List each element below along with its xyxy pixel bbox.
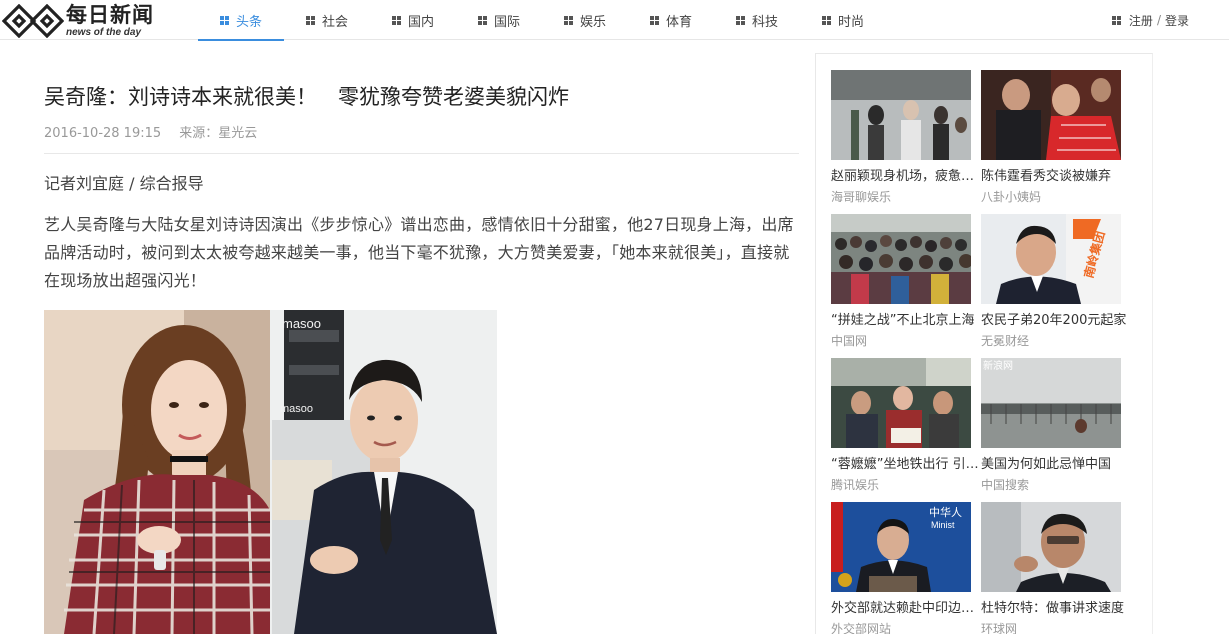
article-source[interactable]: 来源：星光云 [179, 126, 257, 141]
tab-domestic[interactable]: 国内 [370, 0, 456, 40]
grid-icon [735, 15, 745, 25]
auth-links: 注册 / 登录 [1111, 0, 1189, 40]
category-tabs: 头条 社会 国内 国际 娱乐 体育 科技 时尚 [198, 0, 886, 41]
news-source: 环球网 [981, 622, 1018, 634]
grid-icon [391, 15, 401, 25]
news-card[interactable]: 赵丽颖现身机场，疲惫不堪 海哥聊娱乐 [831, 70, 979, 214]
thumb-ministry-subtext: Minist [931, 520, 955, 530]
logo-title: 每日新闻 [66, 3, 154, 27]
related-news-grid: 赵丽颖现身机场，疲惫不堪 海哥聊娱乐 陈伟霆看秀交谈被嫌弃 八卦小姨妈 “拼娃之… [831, 70, 1126, 634]
thumb-ministry-text: 中华人 [929, 505, 962, 519]
news-source: 中国网 [831, 334, 868, 348]
article: 吴奇隆：刘诗诗本来就很美！ 零犹豫夸赞老婆美貌闪炸 2016-10-28 19:… [44, 60, 800, 295]
news-thumbnail [981, 502, 1121, 592]
tab-international[interactable]: 国际 [456, 0, 542, 40]
news-card[interactable]: “蓉嬷嬷”坐地铁出行 引围观 腾讯娱乐 [831, 358, 979, 502]
tab-label: 科技 [751, 14, 778, 30]
news-card[interactable]: 中华人 Minist 外交部就达赖赴中印边境表态 外交部网站 [831, 502, 979, 634]
news-thumbnail [981, 70, 1121, 160]
news-card[interactable]: 杜特尔特：做事讲求速度 环球网 [981, 502, 1124, 634]
news-source: 腾讯娱乐 [831, 478, 880, 492]
news-thumbnail [831, 70, 971, 160]
tab-label: 头条 [235, 14, 262, 30]
tab-society[interactable]: 社会 [284, 0, 370, 40]
tab-label: 体育 [665, 14, 692, 30]
photo-store-text-2: masoo [280, 403, 313, 415]
article-datetime: 2016-10-28 19:15 [44, 126, 162, 141]
news-thumbnail: 南岭集团 [981, 214, 1121, 304]
news-source: 无冕财经 [981, 334, 1030, 348]
grid-icon [821, 15, 831, 25]
news-card[interactable]: “拼娃之战”不止北京上海 中国网 [831, 214, 974, 358]
news-source: 八卦小姨妈 [981, 190, 1042, 204]
tab-label: 社会 [321, 14, 348, 30]
article-byline: 记者刘宜庭 / 综合报导 [44, 174, 204, 193]
login-link[interactable]: 登录 [1165, 12, 1189, 29]
tab-label: 娱乐 [579, 14, 606, 30]
news-title[interactable]: 外交部就达赖赴中印边境表态 [831, 600, 979, 618]
news-title[interactable]: “蓉嬷嬷”坐地铁出行 引围观 [831, 456, 979, 474]
photo-store-text: masoo [282, 316, 321, 331]
news-title[interactable]: 农民子弟20年200元起家 [981, 312, 1129, 330]
tab-sports[interactable]: 体育 [628, 0, 714, 40]
tab-fashion[interactable]: 时尚 [800, 0, 886, 40]
article-meta: 2016-10-28 19:15 来源：星光云 [44, 122, 799, 154]
tab-label: 国内 [407, 14, 434, 30]
register-link[interactable]: 注册 [1129, 12, 1153, 29]
grid-icon [477, 15, 487, 25]
grid-icon [563, 15, 573, 25]
news-thumbnail: 中华人 Minist [831, 502, 971, 592]
top-navbar: 每日新闻 news of the day 头条 社会 国内 国际 娱乐 体育 科… [0, 0, 1229, 41]
tab-technology[interactable]: 科技 [714, 0, 800, 40]
grid-icon [649, 15, 659, 25]
news-title[interactable]: 赵丽颖现身机场，疲惫不堪 [831, 168, 979, 186]
article-title: 吴奇隆：刘诗诗本来就很美！ 零犹豫夸赞老婆美貌闪炸 [44, 85, 569, 109]
news-card[interactable]: 新浪网 美国为何如此忌惮中国 中国搜索 [981, 358, 1121, 502]
news-title[interactable]: “拼娃之战”不止北京上海 [831, 312, 979, 330]
news-title[interactable]: 美国为何如此忌惮中国 [981, 456, 1129, 474]
news-thumbnail [831, 214, 971, 304]
news-source: 外交部网站 [831, 622, 892, 634]
tab-entertainment[interactable]: 娱乐 [542, 0, 628, 40]
thumb-watermark-text: 新浪网 [983, 359, 1013, 372]
article-photo-image: masoo masoo [44, 310, 497, 634]
news-thumbnail: 新浪网 [981, 358, 1121, 448]
article-body: 艺人吴奇隆与大陆女星刘诗诗因演出《步步惊心》谱出恋曲，感情依旧十分甜蜜，他27日… [44, 215, 794, 290]
news-card[interactable]: 陈伟霆看秀交谈被嫌弃 八卦小姨妈 [981, 70, 1121, 214]
tab-label: 时尚 [837, 14, 864, 30]
auth-separator: / [1156, 13, 1161, 27]
news-title[interactable]: 杜特尔特：做事讲求速度 [981, 600, 1129, 618]
tab-headlines[interactable]: 头条 [198, 0, 284, 41]
related-news-sidebar: 赵丽颖现身机场，疲惫不堪 海哥聊娱乐 陈伟霆看秀交谈被嫌弃 八卦小姨妈 “拼娃之… [815, 53, 1153, 634]
news-thumbnail [831, 358, 971, 448]
grid-icon [305, 15, 315, 25]
grid-icon [1111, 15, 1121, 25]
news-source: 中国搜索 [981, 478, 1030, 492]
grid-icon [219, 15, 229, 25]
news-card[interactable]: 南岭集团 农民子弟20年200元起家 无冕财经 [981, 214, 1126, 358]
site-logo[interactable]: 每日新闻 news of the day [2, 2, 172, 38]
news-source: 海哥聊娱乐 [831, 190, 892, 204]
diamond-logo-icon [2, 4, 64, 38]
tab-label: 国际 [493, 14, 520, 30]
logo-tagline: news of the day [66, 27, 142, 38]
news-title[interactable]: 陈伟霆看秀交谈被嫌弃 [981, 168, 1129, 186]
article-photo: masoo masoo [44, 310, 497, 634]
